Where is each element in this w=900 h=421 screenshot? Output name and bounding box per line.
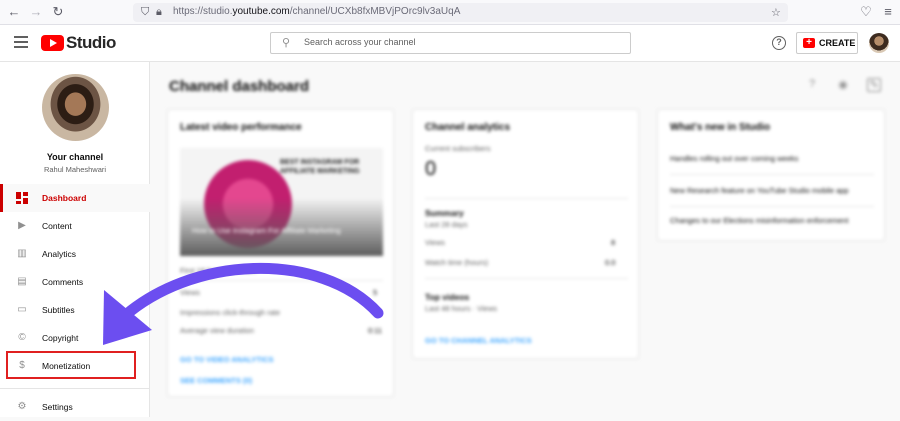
content-icon: ▶ xyxy=(18,220,26,231)
sidebar-item-label: Copyright xyxy=(42,333,79,343)
sidebar-item-dashboard[interactable]: Dashboard xyxy=(0,184,150,212)
summary-title: Summary xyxy=(425,208,464,218)
video-title: How to Use Instagram For Affiliate Marke… xyxy=(192,226,341,235)
stat-value: 0.0 xyxy=(605,258,616,267)
news-item[interactable]: New Research feature on YouTube Studio m… xyxy=(670,186,849,195)
sidebar-item-label: Comments xyxy=(42,277,84,287)
latest-video-card: Latest video performance BEST INSTAGRAM … xyxy=(167,109,394,397)
stat-label: Impressions click-through rate xyxy=(180,308,281,317)
channel-name: Rahul Maheshwari xyxy=(43,165,107,174)
subscribers-label: Current subscribers xyxy=(425,144,491,153)
sidebar-item-comments[interactable]: ▤ Comments xyxy=(0,268,150,296)
analytics-icon: ▥ xyxy=(17,248,27,259)
first-period-label: First 18 hours 1 minute xyxy=(180,266,257,275)
stat-value: 5 xyxy=(373,288,378,297)
browser-toolbar: ← → ↻ ⛉ 🔒︎ https://studio.youtube.com/ch… xyxy=(0,0,900,25)
main-content: Channel dashboard ? ◉ ✎ Latest video per… xyxy=(150,62,900,417)
sidebar-divider xyxy=(0,380,150,389)
copyright-icon: © xyxy=(18,332,26,343)
url-text: https://studio.youtube.com/channel/UCXb8… xyxy=(173,6,461,17)
card-title: Latest video performance xyxy=(180,122,302,133)
pocket-icon[interactable]: ♡ xyxy=(858,4,874,20)
shield-icon[interactable]: ⛉ xyxy=(141,6,149,19)
sidebar-item-subtitles[interactable]: ▭ Subtitles xyxy=(0,296,150,324)
create-video-icon: + xyxy=(803,38,815,48)
monetization-highlight-box xyxy=(6,351,136,379)
sidebar-item-label: Settings xyxy=(42,402,73,412)
divider xyxy=(425,198,628,199)
stat-label: Average view duration xyxy=(180,326,255,335)
sidebar-item-analytics[interactable]: ▥ Analytics xyxy=(0,240,150,268)
divider xyxy=(425,278,628,279)
summary-period: Last 28 days xyxy=(425,220,468,229)
dashboard-icon xyxy=(16,192,28,204)
top-videos-title: Top videos xyxy=(425,292,470,302)
news-item[interactable]: Changes to our Elections misinformation … xyxy=(670,216,850,225)
card-title: What's new in Studio xyxy=(670,122,771,133)
sidebar-item-content[interactable]: ▶ Content xyxy=(0,212,150,240)
stat-value: — xyxy=(373,308,381,317)
your-channel-label: Your channel xyxy=(46,152,104,162)
studio-logo-text[interactable]: Studio xyxy=(66,33,116,53)
channel-avatar[interactable] xyxy=(42,74,109,141)
video-analytics-link[interactable]: GO TO VIDEO ANALYTICS xyxy=(180,355,274,364)
stat-value: 8 xyxy=(611,238,616,247)
stat-label: Views xyxy=(425,238,445,247)
top-videos-period: Last 48 hours · Views xyxy=(425,304,497,313)
sidebar-item-label: Subtitles xyxy=(42,305,75,315)
comments-icon: ▤ xyxy=(17,276,27,287)
youtube-logo-icon[interactable] xyxy=(41,35,64,51)
create-label: CREATE xyxy=(819,38,856,48)
sidebar-item-label: Content xyxy=(42,221,72,231)
help-icon[interactable]: ? xyxy=(805,78,819,92)
sidebar-item-copyright[interactable]: © Copyright xyxy=(0,324,150,352)
divider xyxy=(180,280,383,281)
hamburger-menu-icon[interactable] xyxy=(14,36,28,48)
sidebar-item-label: Analytics xyxy=(42,249,77,259)
lock-icon[interactable]: 🔒︎ xyxy=(156,6,162,19)
page-title: Channel dashboard xyxy=(169,78,310,95)
sidebar-nav: Dashboard ▶ Content ▥ Analytics ▤ Commen… xyxy=(0,184,150,421)
upload-icon[interactable]: ✎ xyxy=(867,78,881,92)
search-placeholder: Search across your channel xyxy=(304,37,416,47)
subscriber-count: 0 xyxy=(425,158,437,180)
search-input[interactable]: ⚲ Search across your channel xyxy=(270,32,631,54)
thumbnail-heading: BEST INSTAGRAM FOR AFFILIATE MARKETING xyxy=(280,159,360,175)
stat-label: Watch time (hours) xyxy=(425,258,489,267)
studio-header: Studio ⚲ Search across your channel ? + … xyxy=(0,25,900,62)
address-bar[interactable]: ⛉ 🔒︎ https://studio.youtube.com/channel/… xyxy=(133,3,788,22)
search-icon: ⚲ xyxy=(282,37,291,49)
see-comments-link[interactable]: SEE COMMENTS (0) xyxy=(180,376,252,385)
help-icon[interactable]: ? xyxy=(772,36,786,50)
forward-icon[interactable]: → xyxy=(28,4,44,20)
bookmark-star-icon[interactable]: ☆ xyxy=(771,6,781,19)
channel-analytics-link[interactable]: GO TO CHANNEL ANALYTICS xyxy=(425,336,532,345)
whats-new-card: What's new in Studio Handles rolling out… xyxy=(657,109,885,241)
reload-icon[interactable]: ↻ xyxy=(50,4,66,20)
gear-icon: ⚙ xyxy=(17,401,27,412)
stat-label: Views xyxy=(180,288,200,297)
sidebar-item-label: Dashboard xyxy=(42,193,87,203)
subtitles-icon: ▭ xyxy=(17,304,27,315)
app-menu-icon[interactable]: ≡ xyxy=(880,4,896,20)
go-live-icon[interactable]: ◉ xyxy=(836,78,850,92)
video-thumbnail[interactable]: BEST INSTAGRAM FOR AFFILIATE MARKETING H… xyxy=(180,148,383,256)
create-button[interactable]: + CREATE xyxy=(796,32,858,54)
divider xyxy=(670,174,874,175)
back-icon[interactable]: ← xyxy=(6,4,22,20)
news-item[interactable]: Handles rolling out over coming weeks xyxy=(670,154,798,163)
card-title: Channel analytics xyxy=(425,122,511,133)
stat-value: 0:11 xyxy=(368,326,383,335)
divider xyxy=(670,206,874,207)
channel-analytics-card: Channel analytics Current subscribers 0 … xyxy=(412,109,639,359)
account-avatar[interactable] xyxy=(869,33,889,53)
